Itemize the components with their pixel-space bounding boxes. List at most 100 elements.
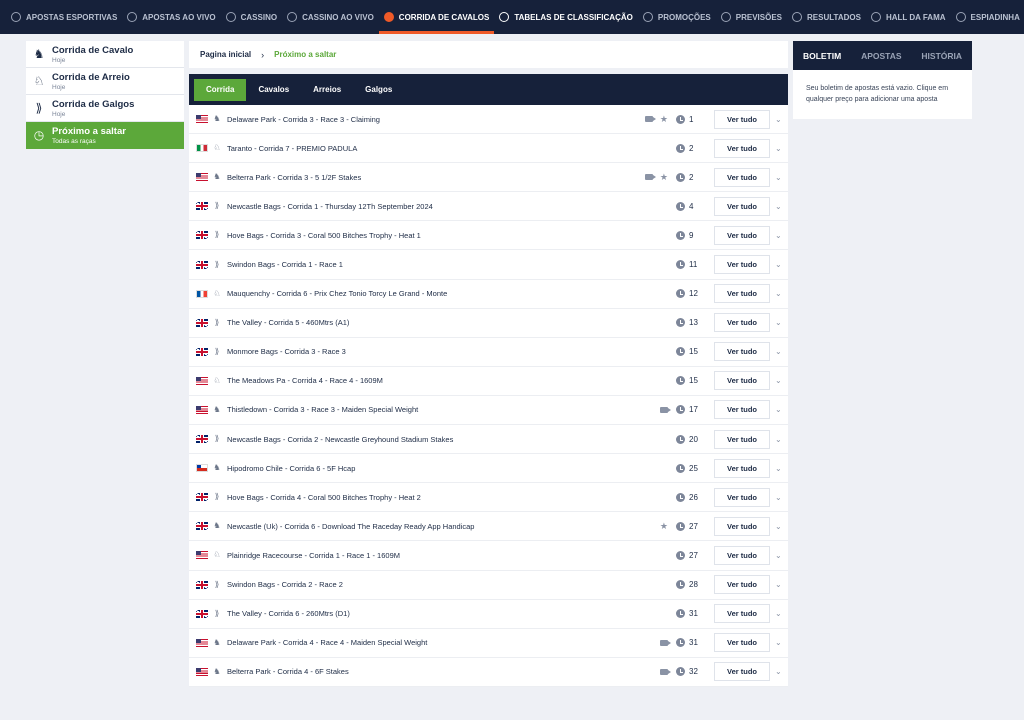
flag-gb-icon <box>196 493 208 502</box>
tab-apostas[interactable]: APOSTAS <box>861 51 901 61</box>
view-all-button[interactable]: Ver tudo <box>714 138 770 158</box>
race-row[interactable]: ♞ Hipodromo Chile - Corrida 6 - 5F Hcap 25… <box>189 454 788 484</box>
view-all-button[interactable]: Ver tudo <box>714 342 770 362</box>
view-all-button[interactable]: Ver tudo <box>714 458 770 478</box>
race-name: Mauquenchy - Corrida 6 - Prix Chez Tonio… <box>227 289 448 299</box>
race-name: Monmore Bags - Corrida 3 - Race 3 <box>227 347 346 357</box>
chevron-down-icon[interactable]: ⌄ <box>775 638 782 647</box>
race-row[interactable]: ♘ Plainridge Racecourse - Corrida 1 - Rac… <box>189 541 788 571</box>
race-countdown: 32 <box>676 667 698 677</box>
chevron-down-icon[interactable]: ⌄ <box>775 580 782 589</box>
chevron-down-icon[interactable]: ⌄ <box>775 202 782 211</box>
flag-gb-icon <box>196 202 208 211</box>
chevron-down-icon[interactable]: ⌄ <box>775 522 782 531</box>
view-all-button[interactable]: Ver tudo <box>714 662 770 682</box>
chevron-down-icon[interactable]: ⌄ <box>775 318 782 327</box>
chevron-down-icon[interactable]: ⌄ <box>775 347 782 356</box>
race-row[interactable]: ♞ Thistledown - Corrida 3 - Race 3 - Maid… <box>189 396 788 426</box>
nav-item-promocoes[interactable]: PROMOÇÕES <box>638 0 716 34</box>
clock-icon <box>676 114 685 124</box>
race-row[interactable]: ♞ Belterra Park - Corrida 3 - 5 1/2F Stak… <box>189 163 788 193</box>
race-row[interactable]: ⟫ Swindon Bags - Corrida 1 - Race 1 11 Ver … <box>189 250 788 280</box>
race-row[interactable]: ♘ Mauquenchy - Corrida 6 - Prix Chez Toni… <box>189 280 788 309</box>
race-row[interactable]: ⟫ Monmore Bags - Corrida 3 - Race 3 15 Ver … <box>189 338 788 367</box>
flag-us-icon <box>196 638 208 647</box>
tab-corrida[interactable]: Corrida <box>194 78 247 101</box>
tab-arreios[interactable]: Arreios <box>301 79 353 101</box>
chevron-down-icon[interactable]: ⌄ <box>775 667 782 676</box>
chevron-down-icon[interactable]: ⌄ <box>775 435 782 444</box>
chevron-down-icon[interactable]: ⌄ <box>775 231 782 240</box>
breadcrumb-home-link[interactable]: Pagina inicial <box>200 50 251 59</box>
chevron-down-icon[interactable]: ⌄ <box>775 289 782 298</box>
chevron-down-icon[interactable]: ⌄ <box>775 609 782 618</box>
race-row[interactable]: ⟫ Swindon Bags - Corrida 2 - Race 2 28 Ver … <box>189 571 788 600</box>
view-all-button[interactable]: Ver tudo <box>714 371 770 391</box>
view-all-button[interactable]: Ver tudo <box>714 313 770 333</box>
nav-item-resultados[interactable]: RESULTADOS <box>787 0 866 34</box>
view-all-button[interactable]: Ver tudo <box>714 516 770 536</box>
sidebar-item-greyhound[interactable]: ⟫ Corrida de Galgos Hoje <box>26 95 184 122</box>
clock-icon <box>676 667 685 677</box>
nav-item-apostas-ao-vivo[interactable]: APOSTAS AO VIVO <box>122 0 220 34</box>
tab-historia[interactable]: HISTÓRIA <box>921 51 962 61</box>
race-row[interactable]: ♞ Newcastle (Uk) - Corrida 6 - Download T… <box>189 512 788 542</box>
view-all-button[interactable]: Ver tudo <box>714 429 770 449</box>
view-all-button[interactable]: Ver tudo <box>714 604 770 624</box>
clock-icon <box>676 638 685 648</box>
chevron-down-icon[interactable]: ⌄ <box>775 551 782 560</box>
race-row[interactable]: ♘ The Meadows Pa - Corrida 4 - Race 4 - 1… <box>189 367 788 396</box>
chevron-down-icon[interactable]: ⌄ <box>775 173 782 182</box>
minutes-to-start: 1 <box>689 114 694 124</box>
race-row[interactable]: ⟫ The Valley - Corrida 5 - 460Mtrs (A1) 13… <box>189 309 788 338</box>
race-countdown: 31 <box>676 638 698 648</box>
chevron-down-icon[interactable]: ⌄ <box>775 405 782 414</box>
race-row[interactable]: ⟫ The Valley - Corrida 6 - 260Mtrs (D1) 31… <box>189 600 788 629</box>
race-row[interactable]: ♞ Belterra Park - Corrida 4 - 6F Stakes 32… <box>189 658 788 687</box>
race-name: Delaware Park - Corrida 3 - Race 3 - Cla… <box>227 114 380 124</box>
nav-item-cassino-ao-vivo[interactable]: CASSINO AO VIVO <box>282 0 379 34</box>
nav-item-corrida-de-cavalos[interactable]: CORRIDA DE CAVALOS <box>378 0 495 34</box>
chevron-down-icon[interactable]: ⌄ <box>775 376 782 385</box>
race-countdown: 27 <box>676 550 698 560</box>
chevron-down-icon[interactable]: ⌄ <box>775 464 782 473</box>
view-all-button[interactable]: Ver tudo <box>714 255 770 275</box>
chevron-down-icon[interactable]: ⌄ <box>775 115 782 124</box>
nav-item-tabelas-de-classificacao[interactable]: TABELAS DE CLASSIFICAÇÃO <box>494 0 638 34</box>
view-all-button[interactable]: Ver tudo <box>714 545 770 565</box>
nav-item-espiadinha[interactable]: ESPIADINHANOVO <box>951 0 1024 34</box>
view-all-button[interactable]: Ver tudo <box>714 633 770 653</box>
race-row[interactable]: ♞ Delaware Park - Corrida 3 - Race 3 - Cl… <box>189 105 788 135</box>
sidebar-item-harness[interactable]: ♘ Corrida de Arreio Hoje <box>26 68 184 95</box>
chevron-down-icon[interactable]: ⌄ <box>775 493 782 502</box>
view-all-button[interactable]: Ver tudo <box>714 225 770 245</box>
tab-galgos[interactable]: Galgos <box>353 79 404 101</box>
race-row[interactable]: ♘ Taranto - Corrida 7 - PREMIO PADULA 2 Ver… <box>189 134 788 164</box>
tab-cavalos[interactable]: Cavalos <box>246 79 301 101</box>
race-countdown: 20 <box>676 434 698 444</box>
view-all-button[interactable]: Ver tudo <box>714 167 770 187</box>
chevron-down-icon[interactable]: ⌄ <box>775 144 782 153</box>
view-all-button[interactable]: Ver tudo <box>714 196 770 216</box>
race-row[interactable]: ⟫ Newcastle Bags - Corrida 2 - Newcastle … <box>189 425 788 455</box>
tab-boletim[interactable]: BOLETIM <box>803 51 841 61</box>
nav-item-label: APOSTAS ESPORTIVAS <box>26 12 118 22</box>
view-all-button[interactable]: Ver tudo <box>714 487 770 507</box>
view-all-button[interactable]: Ver tudo <box>714 400 770 420</box>
chevron-down-icon[interactable]: ⌄ <box>775 260 782 269</box>
sidebar-item-clock[interactable]: ◷ Próximo a saltar Todas as raças <box>26 122 184 149</box>
view-all-button[interactable]: Ver tudo <box>714 575 770 595</box>
race-countdown: 2 <box>676 143 693 153</box>
race-row[interactable]: ⟫ Hove Bags - Corrida 3 - Coral 500 Bitch… <box>189 221 788 251</box>
race-row[interactable]: ♞ Delaware Park - Corrida 4 - Race 4 - Ma… <box>189 629 788 658</box>
nav-item-hall-da-fama[interactable]: HALL DA FAMA <box>866 0 951 34</box>
sidebar-item-horse[interactable]: ♞ Corrida de Cavalo Hoje <box>26 41 184 68</box>
nav-item-cassino[interactable]: CASSINO <box>221 0 282 34</box>
horse-icon: ♞ <box>213 114 221 124</box>
nav-item-previsoes[interactable]: PREVISÕES <box>716 0 787 34</box>
nav-item-apostas-esportivas[interactable]: APOSTAS ESPORTIVAS <box>6 0 122 34</box>
race-row[interactable]: ⟫ Hove Bags - Corrida 4 - Coral 500 Bitch… <box>189 483 788 513</box>
race-row[interactable]: ⟫ Newcastle Bags - Corrida 1 - Thursday 1… <box>189 192 788 222</box>
view-all-button[interactable]: Ver tudo <box>714 284 770 304</box>
view-all-button[interactable]: Ver tudo <box>714 109 770 129</box>
